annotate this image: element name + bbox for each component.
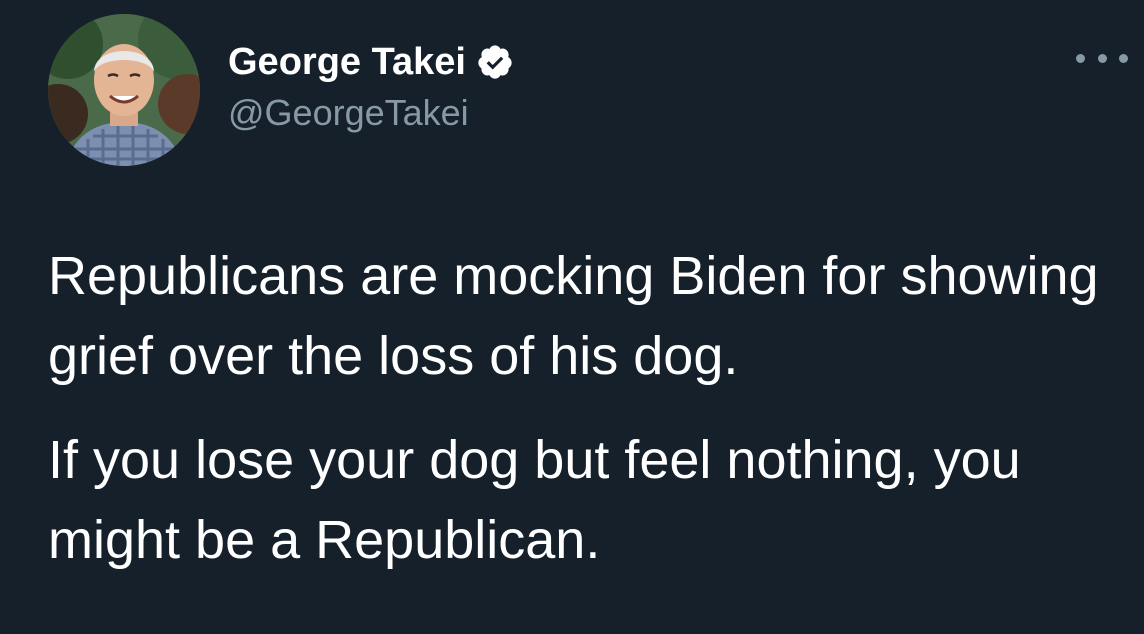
- ellipsis-icon: [1076, 53, 1085, 63]
- tweet-card: George Takei @GeorgeTakei Republicans ar…: [0, 0, 1144, 634]
- author-names: George Takei @GeorgeTakei: [228, 36, 514, 134]
- avatar[interactable]: [48, 14, 200, 166]
- avatar-photo: [48, 14, 200, 166]
- ellipsis-icon: [1097, 53, 1107, 63]
- tweet-paragraph: Republicans are mocking Biden for showin…: [48, 246, 1099, 386]
- more-options-button[interactable]: [1076, 48, 1128, 68]
- tweet-paragraph: If you lose your dog but feel nothing, y…: [48, 430, 1021, 570]
- verified-badge-icon: [476, 43, 514, 81]
- ellipsis-icon: [1119, 53, 1128, 63]
- display-name[interactable]: George Takei: [228, 41, 466, 84]
- display-name-row: George Takei: [228, 36, 514, 88]
- author-handle[interactable]: @GeorgeTakei: [228, 92, 514, 134]
- tweet-header: George Takei @GeorgeTakei: [48, 14, 1128, 170]
- tweet-text: Republicans are mocking Biden for showin…: [48, 236, 1118, 580]
